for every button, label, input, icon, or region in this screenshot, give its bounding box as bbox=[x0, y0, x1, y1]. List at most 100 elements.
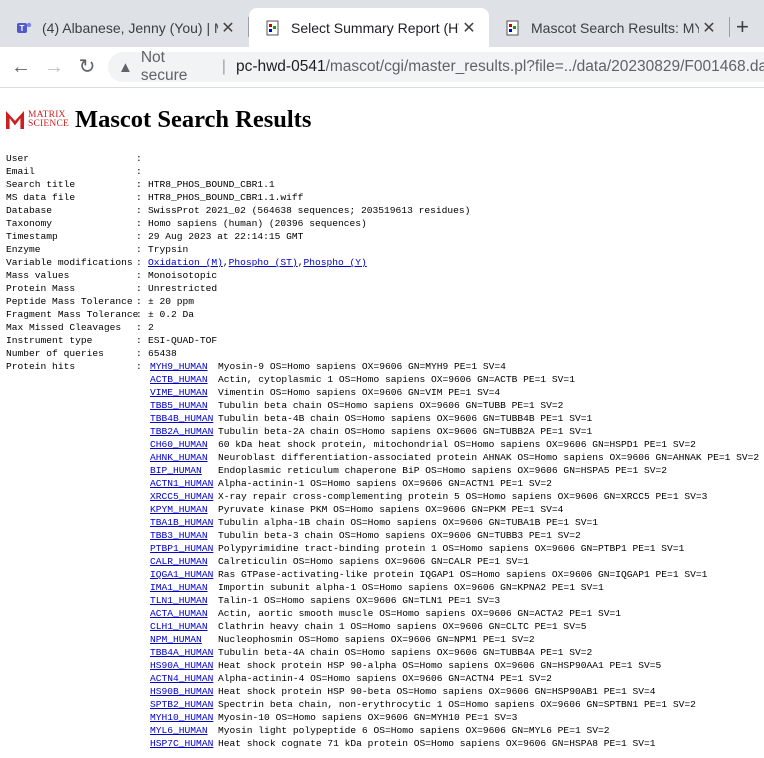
protein-hit-row: MYH10_HUMAN Myosin-10 OS=Homo sapiens OX=… bbox=[150, 711, 759, 724]
meta-row-mass-values: Mass values: Monoisotopic bbox=[6, 270, 218, 281]
reload-icon[interactable]: ↻ bbox=[75, 55, 99, 79]
protein-hits-list: MYH9_HUMAN Myosin-9 OS=Homo sapiens OX=96… bbox=[150, 360, 759, 750]
url-path: /mascot/cgi/master_results.pl?file=../da… bbox=[325, 58, 764, 75]
mod-link-phospho-st[interactable]: Phospho (ST) bbox=[229, 257, 298, 268]
protein-accession-link[interactable]: TBB4A_HUMAN bbox=[150, 646, 218, 659]
protein-description: Calreticulin OS=Homo sapiens OX=9606 GN=… bbox=[218, 556, 529, 567]
forward-icon[interactable]: → bbox=[42, 55, 66, 79]
protein-accession-link[interactable]: ACTN4_HUMAN bbox=[150, 672, 218, 685]
protein-accession-link[interactable]: TBB4B_HUMAN bbox=[150, 412, 218, 425]
close-tab-icon[interactable]: ✕ bbox=[699, 18, 719, 38]
document-icon bbox=[266, 20, 279, 35]
protein-accession-link[interactable]: AHNK_HUMAN bbox=[150, 451, 218, 464]
protein-accession-link[interactable]: HS90B_HUMAN bbox=[150, 685, 218, 698]
svg-text:T: T bbox=[20, 24, 25, 33]
protein-description: Heat shock protein HSP 90-alpha OS=Homo … bbox=[218, 660, 662, 671]
matrix-science-logo[interactable]: MATRIX SCIENCE bbox=[6, 110, 69, 129]
mod-link-oxidation[interactable]: Oxidation (M) bbox=[148, 257, 223, 268]
meta-row-variable-mods: Variable modifications: Oxidation (M),Pho… bbox=[6, 257, 367, 268]
protein-description: Alpha-actinin-4 OS=Homo sapiens OX=9606 … bbox=[218, 673, 552, 684]
security-label[interactable]: Not secure bbox=[141, 49, 212, 85]
tab-strip: T (4) Albanese, Jenny (You) | Micros ✕ S… bbox=[0, 0, 764, 47]
new-tab-icon[interactable]: + bbox=[736, 14, 749, 40]
matrix-logo-icon bbox=[6, 111, 24, 129]
protein-accession-link[interactable]: IMA1_HUMAN bbox=[150, 581, 218, 594]
protein-accession-link[interactable]: CH60_HUMAN bbox=[150, 438, 218, 451]
protein-accession-link[interactable]: ACTN1_HUMAN bbox=[150, 477, 218, 490]
protein-hit-row: TBA1B_HUMAN Tubulin alpha-1B chain OS=Hom… bbox=[150, 516, 759, 529]
meta-row-missed-cleavages: Max Missed Cleavages:2 bbox=[6, 322, 154, 333]
tab-title: Mascot Search Results: MYH9_HU bbox=[531, 19, 699, 36]
protein-accession-link[interactable]: MYH9_HUMAN bbox=[150, 360, 218, 373]
protein-description: Polypyrimidine tract-binding protein 1 O… bbox=[218, 543, 685, 554]
protein-description: Importin subunit alpha-1 OS=Homo sapiens… bbox=[218, 582, 604, 593]
protein-description: Myosin-9 OS=Homo sapiens OX=9606 GN=MYH9… bbox=[218, 361, 506, 372]
protein-hit-row: ACTA_HUMAN Actin, aortic smooth muscle OS… bbox=[150, 607, 759, 620]
protein-accession-link[interactable]: PTBP1_HUMAN bbox=[150, 542, 218, 555]
protein-hit-row: HS90A_HUMAN Heat shock protein HSP 90-alp… bbox=[150, 659, 759, 672]
url-text[interactable]: pc-hwd-0541/mascot/cgi/master_results.pl… bbox=[236, 58, 764, 76]
protein-accession-link[interactable]: TBB3_HUMAN bbox=[150, 529, 218, 542]
protein-accession-link[interactable]: MYL6_HUMAN bbox=[150, 724, 218, 737]
protein-accession-link[interactable]: HSP7C_HUMAN bbox=[150, 737, 218, 750]
protein-accession-link[interactable]: TBB5_HUMAN bbox=[150, 399, 218, 412]
meta-row-data-file: MS data file: HTR8_PHOS_BOUND_CBR1.1.wiff bbox=[6, 192, 304, 203]
meta-row-peptide-tolerance: Peptide Mass Tolerance: ± 20 ppm bbox=[6, 296, 195, 307]
tab-teams[interactable]: T (4) Albanese, Jenny (You) | Micros ✕ bbox=[0, 8, 248, 47]
protein-accession-link[interactable]: KPYM_HUMAN bbox=[150, 503, 218, 516]
tab-summary-report[interactable]: Select Summary Report (HTR8_Pl ✕ bbox=[249, 8, 489, 47]
meta-row-fragment-tolerance: Fragment Mass Tolerance: ± 0.2 Da bbox=[6, 309, 195, 320]
warning-icon[interactable]: ▲ bbox=[118, 59, 133, 76]
protein-description: Pyruvate kinase PKM OS=Homo sapiens OX=9… bbox=[218, 504, 564, 515]
address-bar[interactable]: ▲ Not secure | pc-hwd-0541/mascot/cgi/ma… bbox=[108, 49, 764, 85]
back-icon[interactable]: ← bbox=[9, 55, 33, 79]
protein-description: Tubulin beta-4B chain OS=Homo sapiens OX… bbox=[218, 413, 593, 424]
protein-accession-link[interactable]: SPTB2_HUMAN bbox=[150, 698, 218, 711]
protein-description: Tubulin beta-4A chain OS=Homo sapiens OX… bbox=[218, 647, 593, 658]
protein-accession-link[interactable]: VIME_HUMAN bbox=[150, 386, 218, 399]
protein-accession-link[interactable]: MYH10_HUMAN bbox=[150, 711, 218, 724]
meta-row-enzyme: Enzyme: Trypsin bbox=[6, 244, 189, 255]
protein-accession-link[interactable]: XRCC5_HUMAN bbox=[150, 490, 218, 503]
protein-accession-link[interactable]: HS90A_HUMAN bbox=[150, 659, 218, 672]
close-tab-icon[interactable]: ✕ bbox=[459, 18, 479, 38]
protein-hit-row: SPTB2_HUMAN Spectrin beta chain, non-eryt… bbox=[150, 698, 759, 711]
protein-hit-row: ACTN1_HUMAN Alpha-actinin-1 OS=Homo sapie… bbox=[150, 477, 759, 490]
protein-hit-row: BIP_HUMAN Endoplasmic reticulum chaperone… bbox=[150, 464, 759, 477]
meta-row-user: User: bbox=[6, 153, 142, 164]
meta-row-timestamp: Timestamp:29 Aug 2023 at 22:14:15 GMT bbox=[6, 231, 304, 242]
protein-description: Tubulin beta chain OS=Homo sapiens OX=96… bbox=[218, 400, 564, 411]
protein-description: X-ray repair cross-complementing protein… bbox=[218, 491, 708, 502]
protein-accession-link[interactable]: ACTA_HUMAN bbox=[150, 607, 218, 620]
protein-accession-link[interactable]: CLH1_HUMAN bbox=[150, 620, 218, 633]
protein-accession-link[interactable]: NPM_HUMAN bbox=[150, 633, 218, 646]
tab-title: Select Summary Report (HTR8_Pl bbox=[291, 19, 459, 36]
protein-hit-row: TBB2A_HUMAN Tubulin beta-2A chain OS=Homo… bbox=[150, 425, 759, 438]
mod-link-phospho-y[interactable]: Phospho (Y) bbox=[303, 257, 366, 268]
protein-description: Spectrin beta chain, non-erythrocytic 1 … bbox=[218, 699, 696, 710]
protein-accession-link[interactable]: TBB2A_HUMAN bbox=[150, 425, 218, 438]
protein-hit-row: HSP7C_HUMAN Heat shock cognate 71 kDa pro… bbox=[150, 737, 759, 750]
protein-accession-link[interactable]: CALR_HUMAN bbox=[150, 555, 218, 568]
protein-description: Tubulin beta-3 chain OS=Homo sapiens OX=… bbox=[218, 530, 581, 541]
close-tab-icon[interactable]: ✕ bbox=[218, 18, 238, 38]
protein-accession-link[interactable]: TLN1_HUMAN bbox=[150, 594, 218, 607]
protein-description: Endoplasmic reticulum chaperone BiP OS=H… bbox=[218, 465, 668, 476]
meta-row-instrument: Instrument type: ESI-QUAD-TOF bbox=[6, 335, 218, 346]
page-content: MATRIX SCIENCE Mascot Search Results Use… bbox=[0, 88, 764, 758]
address-toolbar: ← → ↻ ▲ Not secure | pc-hwd-0541/mascot/… bbox=[0, 47, 764, 88]
protein-accession-link[interactable]: ACTB_HUMAN bbox=[150, 373, 218, 386]
protein-hit-row: AHNK_HUMAN Neuroblast differentiation-ass… bbox=[150, 451, 759, 464]
protein-accession-link[interactable]: IQGA1_HUMAN bbox=[150, 568, 218, 581]
protein-description: Heat shock protein HSP 90-beta OS=Homo s… bbox=[218, 686, 656, 697]
protein-description: Ras GTPase-activating-like protein IQGAP… bbox=[218, 569, 708, 580]
protein-hit-row: HS90B_HUMAN Heat shock protein HSP 90-bet… bbox=[150, 685, 759, 698]
tab-divider bbox=[729, 17, 730, 37]
protein-accession-link[interactable]: TBA1B_HUMAN bbox=[150, 516, 218, 529]
protein-hit-row: XRCC5_HUMAN X-ray repair cross-complement… bbox=[150, 490, 759, 503]
protein-hit-row: ACTN4_HUMAN Alpha-actinin-4 OS=Homo sapie… bbox=[150, 672, 759, 685]
protein-hit-row: ACTB_HUMAN Actin, cytoplasmic 1 OS=Homo s… bbox=[150, 373, 759, 386]
protein-accession-link[interactable]: BIP_HUMAN bbox=[150, 464, 218, 477]
tab-mascot-results[interactable]: Mascot Search Results: MYH9_HU ✕ bbox=[489, 8, 729, 47]
protein-description: Tubulin alpha-1B chain OS=Homo sapiens O… bbox=[218, 517, 598, 528]
